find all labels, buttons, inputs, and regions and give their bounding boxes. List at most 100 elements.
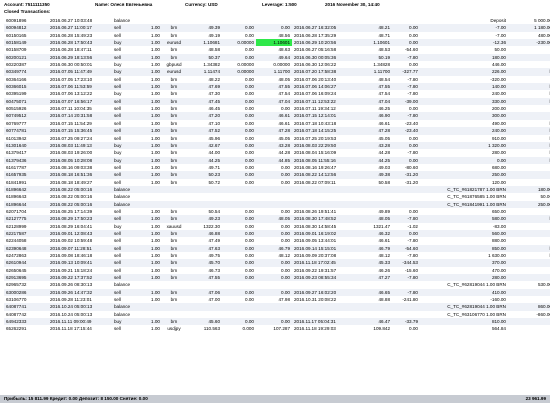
table-cell: brn [162,288,186,297]
table-cell: 1.00 [151,164,160,170]
table-cell: 60515926 [6,106,27,112]
table-cell [392,200,420,208]
table-cell: 60200121 [4,53,48,62]
table-cell: 1.34828 [373,62,390,68]
table-cell: sell [112,83,144,91]
table-cell: brn [162,171,186,179]
table-cell: 50.23 [186,171,222,179]
table-cell [186,303,222,311]
table-cell: 49.38 [356,171,392,179]
table-row: 64087742 2016.10.24 05:00:13 balance C_TC_#… [4,311,550,318]
table-cell: 60475071 [4,97,48,106]
table-row: 62244058 2016.09.02 10:59:48 sell 1.00 brn 47… [4,237,550,244]
table-cell: 1.00 [151,135,160,141]
table-cell: h [508,127,550,135]
table-cell: 47.28 [256,127,292,135]
table-cell: 0.00 [409,62,418,68]
table-cell: 2016.07.07 16:56:17 [48,97,112,106]
table-row: 61617787 2016.08.16 09:03:38 sell 1.00 brn 49… [4,164,550,171]
table-cell: brn [170,32,178,38]
table-cell [256,303,292,311]
table-cell: 2016.08.03 22:29:50 [292,141,356,150]
table-cell: 62965732 [6,282,27,288]
table-cell: 0.00 [245,164,254,170]
table-cell: 50.58 [378,179,391,185]
table-cell: 49.64 [256,53,292,62]
table-cell [144,185,162,194]
table-cell: 2016.09.14 15:15:01 [292,244,356,252]
table-cell: balance [114,282,131,288]
table-cell: 0.00 [256,171,292,179]
table-cell: 0.00 [409,32,418,38]
table-cell: brn [170,208,178,214]
table-cell: 1.00 [151,76,160,82]
table-cell: 0.00 [420,156,508,164]
table-cell: 46.26 [378,267,391,273]
table-cell: 2016.06.27 16:32:05 [292,24,356,32]
table-cell [292,311,356,318]
table-cell: 1.00 [144,127,162,135]
table-cell: 65262291 [6,326,27,332]
table-cell: h [508,90,550,97]
table-cell: 860.00 [508,303,550,311]
table-cell [256,193,292,200]
table-cell: h [508,156,550,164]
report-header: Account: 7511111350 Name: Олеся Евгеньев… [0,0,550,17]
table-cell: 2016.08.22 14:12:56 [292,171,356,179]
table-cell: 2016.07.25 09:27:24 [50,135,93,141]
table-cell: 2016.09.26 14:47:32 [48,288,112,297]
table-cell [162,185,186,194]
table-cell [222,311,256,318]
table-cell: balance [114,18,131,23]
table-cell [508,223,550,230]
table-cell: 850.00 [420,244,508,252]
table-cell: brn [162,259,186,267]
table-cell: 1.00 [144,229,162,238]
table-cell: -80.60 [404,164,418,170]
table-cell: 2016.09.09 20:37:08 [294,253,337,258]
table-cell: brn [162,274,186,282]
table-cell [356,193,392,200]
table-cell: 0.00 [222,229,256,238]
table-cell: 2016.09.28 11:23:01 [50,297,92,303]
table-cell: -160.00 [490,297,506,303]
table-cell: -31.20 [404,179,418,185]
table-cell: buy [114,150,122,156]
table-cell: -7.80 [407,76,418,82]
table-cell: 1.00 [151,223,160,229]
table-cell: 47.00 [208,297,221,303]
table-cell [356,311,392,318]
table-cell: 2016.06.30 00:05:36 [292,53,356,62]
table-cell: 0.00 [222,141,256,150]
table-cell: 2016.08.26 19:51:41 [294,208,337,214]
table-cell: 49.39 [186,24,222,32]
table-cell: 2016.08.29 17:50:23 [48,215,112,223]
table-cell: 0.00000 [222,68,256,76]
table-cell [392,185,420,194]
table-cell: brn [170,150,178,156]
table-cell: 60395199 [6,91,27,97]
table-cell: 0.00 [222,244,256,252]
table-row: 60094812 2016.06.27 11:00:17 sell 1.00 brn 49… [4,24,550,32]
table-cell: 44.28 [378,150,391,156]
table-cell: 0.00 [245,267,254,273]
table-cell: 650.00 [491,208,506,214]
table-cell: 1.00 [144,112,162,120]
table-cell: 60366015 [4,83,48,91]
table-row: 61896643 2016.08.22 05:00:16 balance C_TC_#… [4,193,550,200]
table-cell: 0.00 [281,223,290,229]
table-cell: brn [162,229,186,238]
table-cell: 47.28 [356,127,392,135]
table-cell: 109.842 [373,326,390,332]
table-cell: xauusd [166,223,182,229]
table-cell: 61379417 [6,150,27,156]
table-cell: 0.00 [281,164,290,170]
table-cell: 240.00 [420,127,508,135]
table-cell: 42.67 [186,141,222,150]
table-cell: 2016.08.18 16:51:36 [48,171,112,179]
name-label: Name: Олеся Евгеньевна [95,2,153,7]
table-cell: 61657935 [4,171,48,179]
table-cell: 48.71 [378,32,391,38]
table-cell: 2016.06.29 18:13:56 [48,53,112,62]
table-cell: 1.00 [144,24,162,32]
